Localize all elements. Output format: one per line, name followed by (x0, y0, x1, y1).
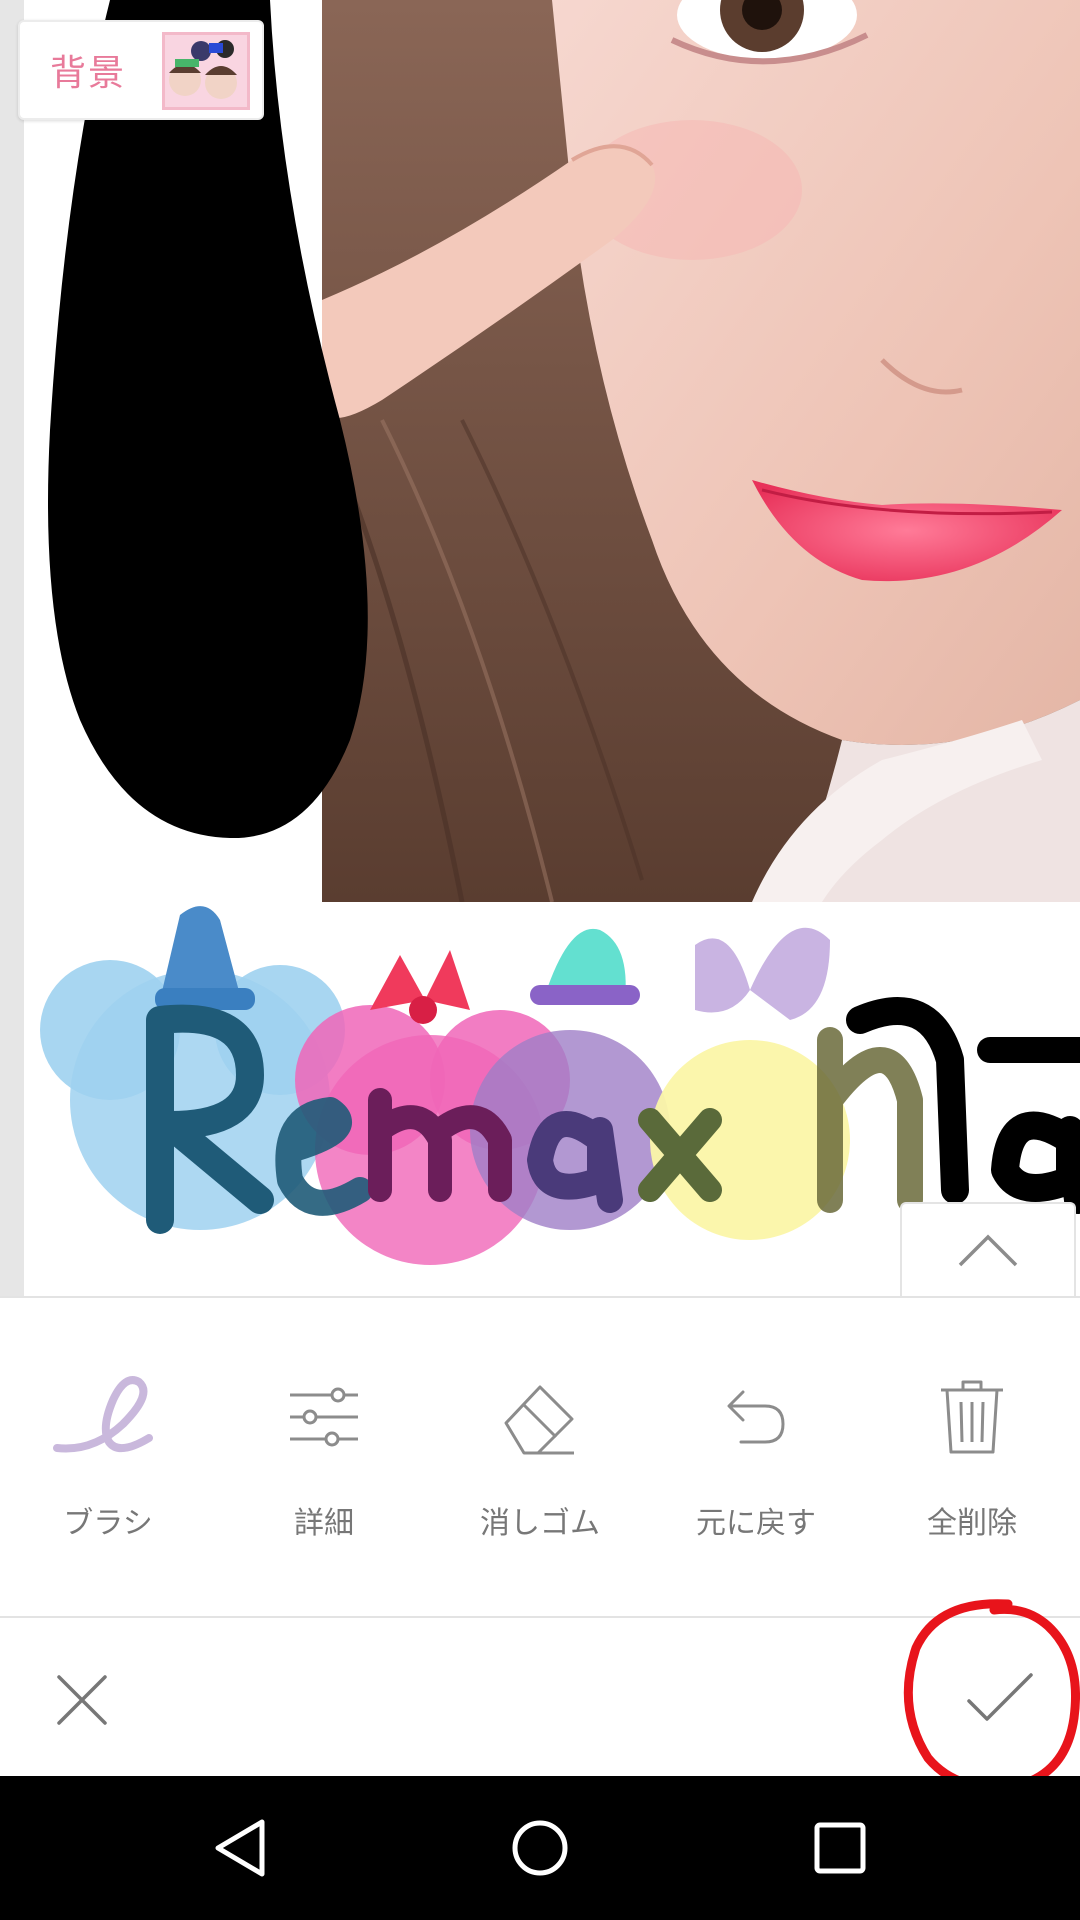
tool-eraser[interactable]: 消しゴム (432, 1298, 648, 1616)
tool-clear-all[interactable]: 全削除 (864, 1298, 1080, 1616)
drawing-canvas[interactable]: 背景 (0, 0, 1080, 1296)
tool-brush[interactable]: ブラシ (0, 1298, 216, 1616)
drawing-editor-screen: 背景 ブラシ 詳細 消しゴム 元に戻す 全削除 (0, 0, 1080, 1920)
nav-back-button[interactable] (190, 1798, 290, 1898)
background-thumbnail (162, 32, 250, 110)
recents-square-icon (814, 1822, 866, 1874)
eraser-icon (485, 1372, 595, 1462)
tool-clear-all-label: 全削除 (927, 1506, 1017, 1541)
tool-details-label: 詳細 (294, 1506, 354, 1541)
action-bar (0, 1616, 1080, 1776)
chevron-up-icon (958, 1234, 1018, 1267)
nav-home-button[interactable] (490, 1798, 590, 1898)
cancel-button[interactable] (40, 1658, 124, 1742)
close-icon (57, 1675, 107, 1725)
tool-brush-label: ブラシ (63, 1506, 153, 1541)
trash-icon (917, 1372, 1027, 1462)
photo-layer (322, 0, 1080, 902)
expand-panel-button[interactable] (900, 1202, 1076, 1296)
brush-icon (53, 1372, 163, 1462)
confirm-button[interactable] (950, 1648, 1050, 1748)
undo-icon (701, 1372, 811, 1462)
back-triangle-icon (215, 1819, 265, 1877)
tool-eraser-label: 消しゴム (480, 1506, 600, 1541)
tool-details[interactable]: 詳細 (216, 1298, 432, 1616)
canvas-edge (0, 0, 24, 1296)
checkmark-icon (967, 1673, 1033, 1721)
home-circle-icon (512, 1820, 568, 1876)
nav-recents-button[interactable] (790, 1798, 890, 1898)
tool-panel: ブラシ 詳細 消しゴム 元に戻す 全削除 (0, 1296, 1080, 1616)
background-label: 背景 (50, 53, 127, 94)
system-nav-bar (0, 1776, 1080, 1920)
sliders-icon (269, 1372, 379, 1462)
tool-undo[interactable]: 元に戻す (648, 1298, 864, 1616)
background-chip[interactable]: 背景 (18, 20, 264, 120)
black-brush-stroke (48, 0, 368, 839)
tool-undo-label: 元に戻す (696, 1506, 816, 1541)
